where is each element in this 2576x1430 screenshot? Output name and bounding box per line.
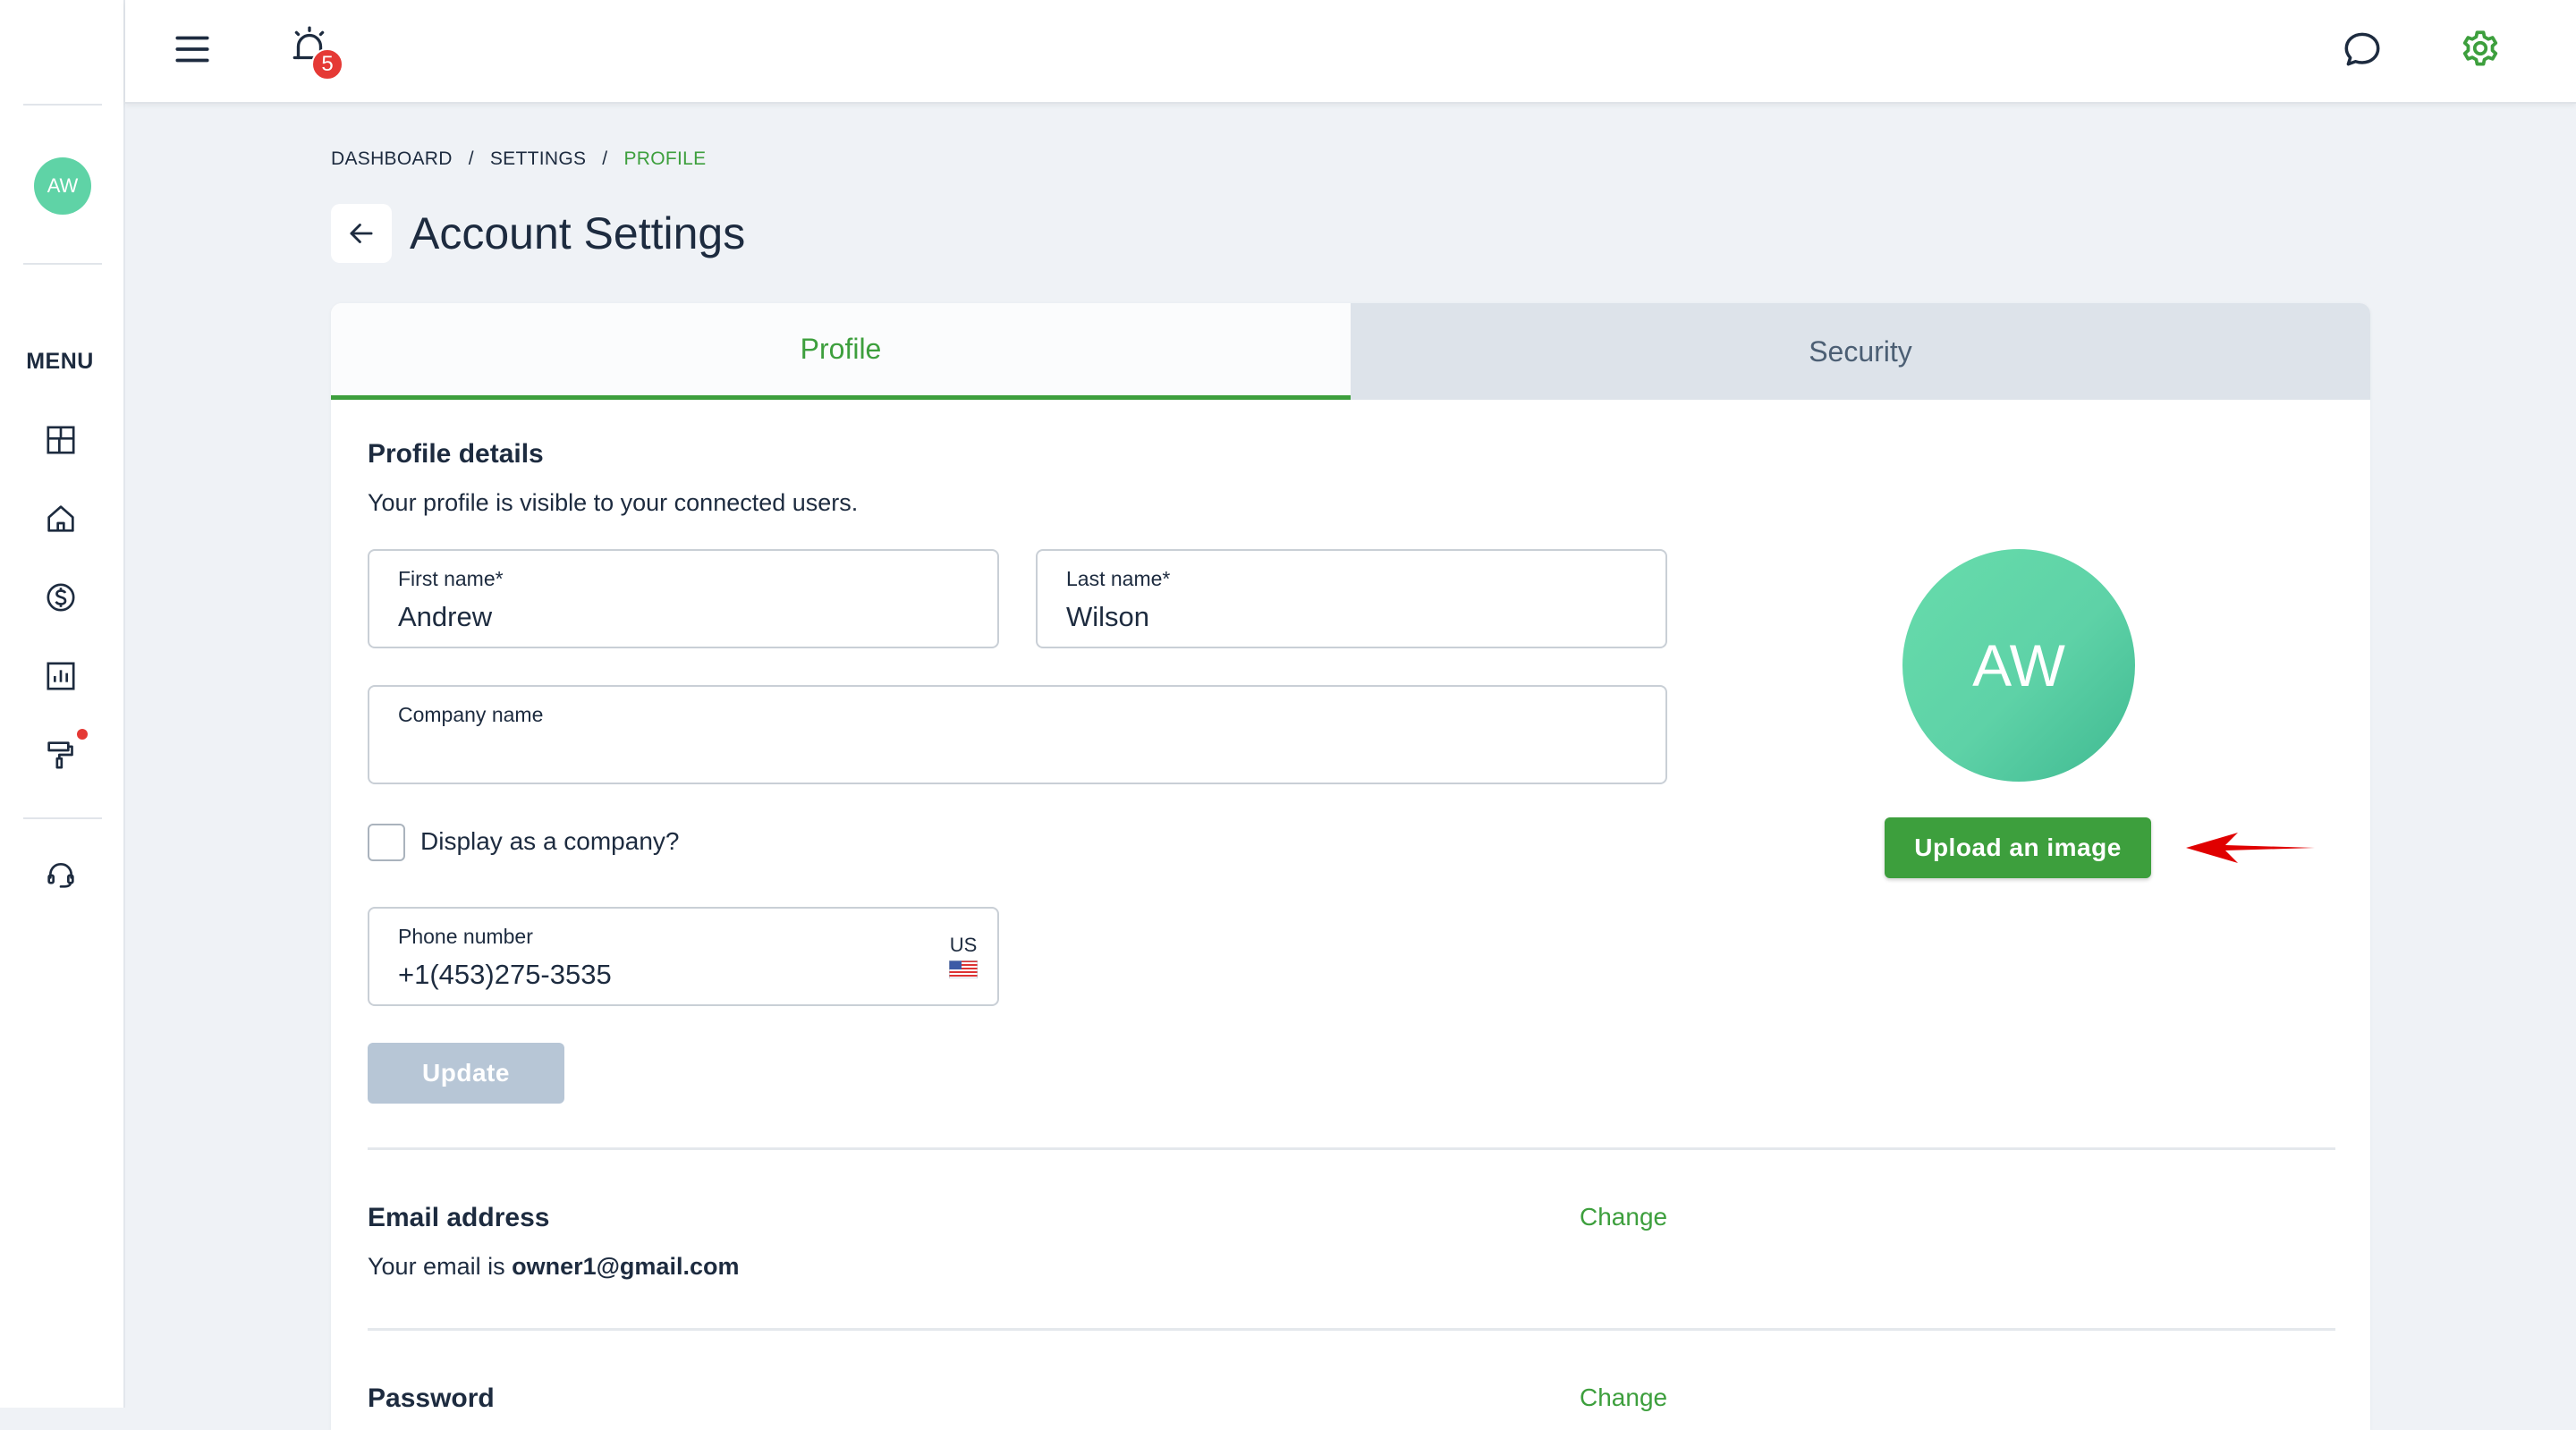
sidebar-divider — [23, 817, 102, 819]
email-value: owner1@gmail.com — [512, 1253, 740, 1280]
sidebar: AW MENU — [0, 0, 125, 1408]
topbar: 5 — [125, 0, 2576, 104]
chat-bubble-icon[interactable] — [2337, 24, 2387, 74]
email-address-title: Email address — [368, 1203, 550, 1232]
menu-label: MENU — [26, 349, 94, 374]
dashboard-icon[interactable] — [41, 420, 80, 460]
country-selector[interactable]: US — [949, 934, 978, 978]
page-title: Account Settings — [410, 208, 746, 258]
paint-roller-icon[interactable] — [41, 735, 80, 774]
dollar-icon[interactable] — [41, 578, 80, 617]
divider — [368, 1147, 2335, 1150]
breadcrumb-dashboard[interactable]: DASHBOARD — [331, 148, 453, 170]
us-flag-icon — [949, 960, 978, 978]
settings-card: Profile Security Profile details Your pr… — [331, 303, 2370, 1430]
sidebar-divider — [23, 263, 102, 265]
chart-icon[interactable] — [41, 656, 80, 696]
breadcrumb-separator: / — [602, 148, 608, 169]
phone-number-label: Phone number — [398, 925, 533, 948]
notification-badge: 5 — [311, 48, 343, 80]
last-name-field[interactable]: Last name* Wilson — [1036, 549, 1667, 648]
divider — [368, 1328, 2335, 1331]
tab-security[interactable]: Security — [1351, 303, 2370, 400]
tabs: Profile Security — [331, 303, 2370, 400]
breadcrumb: DASHBOARD / SETTINGS / PROFILE — [331, 148, 706, 170]
company-name-field[interactable]: Company name — [368, 685, 1667, 784]
notification-dot — [77, 729, 88, 740]
tab-profile[interactable]: Profile — [331, 303, 1351, 400]
breadcrumb-separator: / — [468, 148, 474, 169]
breadcrumb-profile: PROFILE — [623, 148, 707, 169]
hamburger-menu-icon[interactable] — [167, 24, 217, 74]
password-title: Password — [368, 1383, 495, 1413]
profile-details-subtitle: Your profile is visible to your connecte… — [368, 489, 859, 516]
breadcrumb-settings[interactable]: SETTINGS — [490, 148, 586, 170]
sidebar-avatar[interactable]: AW — [34, 157, 91, 215]
red-arrow-annotation — [2186, 833, 2315, 863]
display-as-company-checkbox[interactable] — [368, 824, 405, 861]
profile-avatar: AW — [1902, 549, 2135, 782]
email-prefix: Your email is — [368, 1253, 513, 1280]
sidebar-divider — [23, 104, 102, 106]
back-button[interactable] — [331, 204, 392, 263]
last-name-label: Last name* — [1066, 567, 1171, 590]
gear-icon[interactable] — [2455, 24, 2505, 74]
country-code: US — [949, 934, 978, 956]
first-name-label: First name* — [398, 567, 504, 590]
display-as-company-label: Display as a company? — [420, 827, 680, 855]
last-name-value: Wilson — [1066, 601, 1150, 632]
change-email-link[interactable]: Change — [1580, 1203, 1667, 1231]
phone-number-field[interactable]: Phone number +1(453)275-3535 US — [368, 907, 999, 1006]
first-name-field[interactable]: First name* Andrew — [368, 549, 999, 648]
change-password-link[interactable]: Change — [1580, 1383, 1667, 1412]
home-icon[interactable] — [41, 499, 80, 538]
email-line: Your email is owner1@gmail.com — [368, 1253, 739, 1281]
upload-image-button[interactable]: Upload an image — [1885, 817, 2151, 878]
headset-icon[interactable] — [41, 855, 80, 894]
arrow-left-icon — [350, 224, 373, 243]
company-name-label: Company name — [398, 703, 544, 726]
first-name-value: Andrew — [398, 601, 493, 632]
profile-details-title: Profile details — [368, 439, 544, 469]
phone-number-value: +1(453)275-3535 — [398, 959, 612, 990]
update-button[interactable]: Update — [368, 1043, 564, 1104]
